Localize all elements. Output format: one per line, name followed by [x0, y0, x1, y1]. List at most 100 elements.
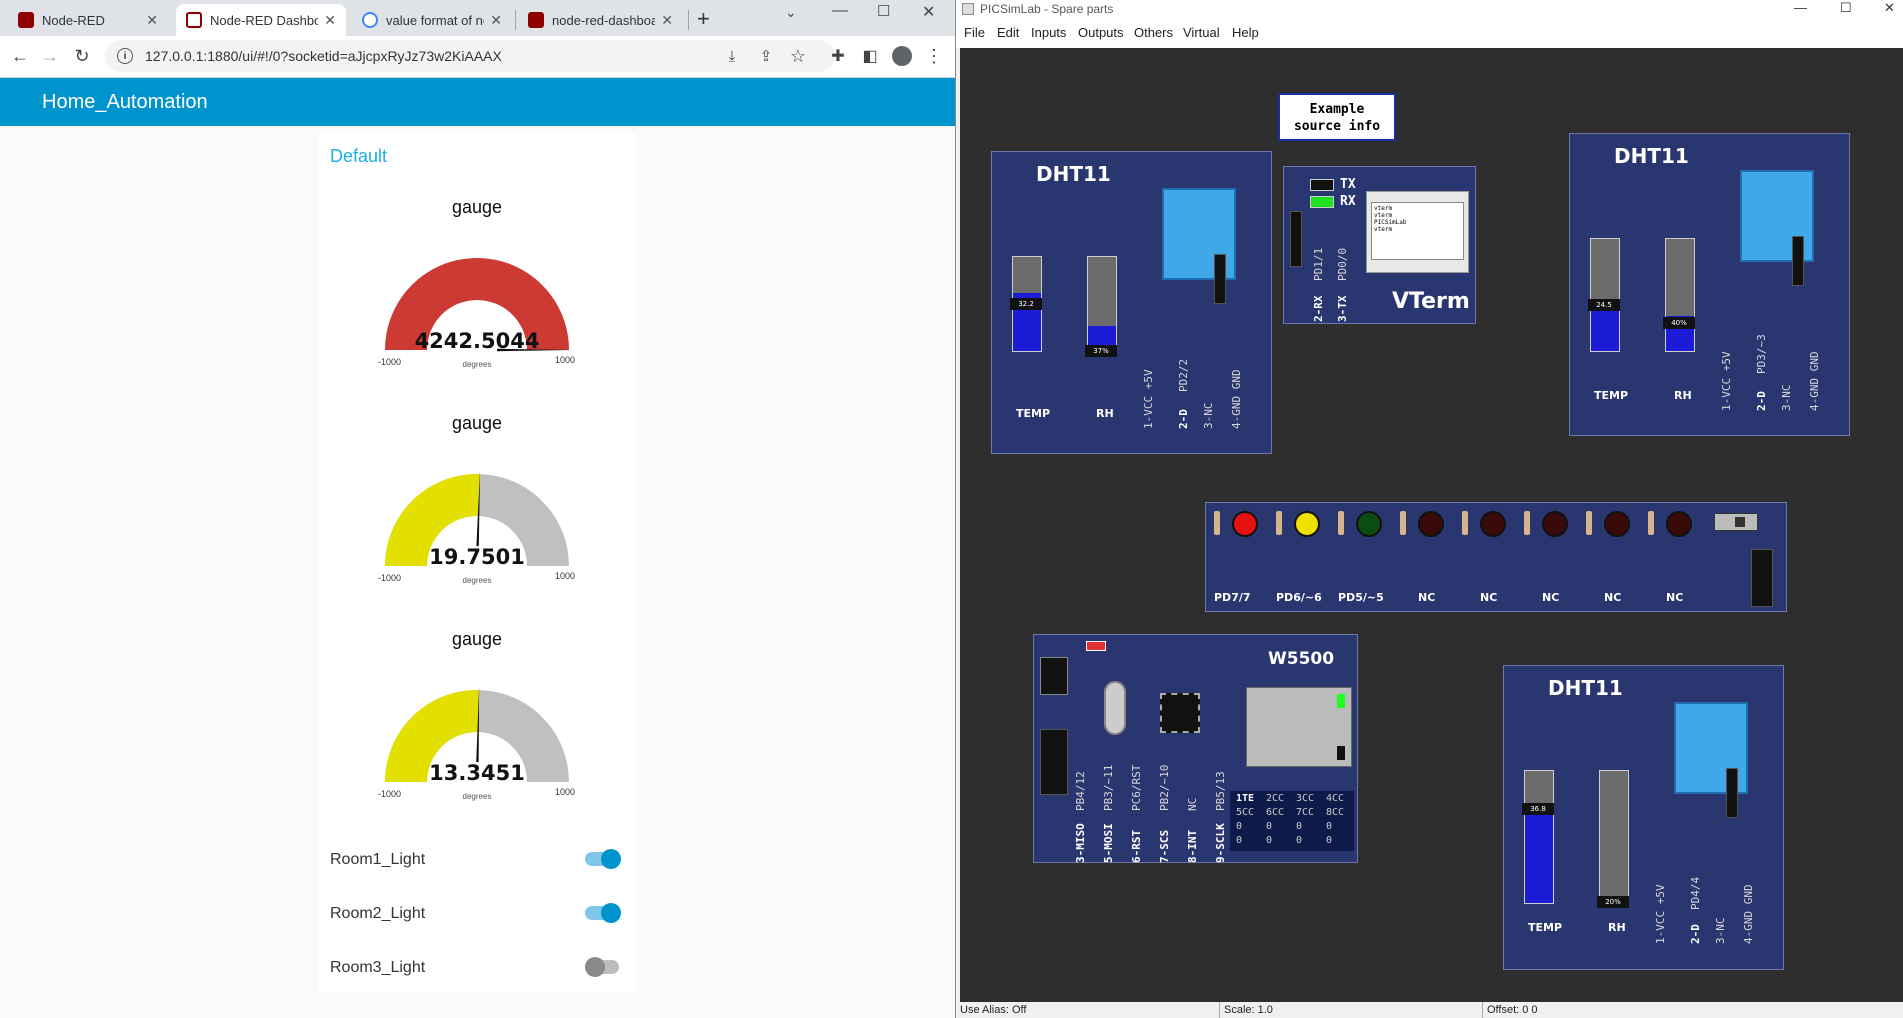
- rx-led-icon: [1310, 196, 1334, 208]
- temp-slider[interactable]: [1590, 238, 1620, 352]
- menu-edit[interactable]: Edit: [997, 25, 1019, 40]
- led-bar-board[interactable]: PD7/7 PD6/~6 PD5/~5 NC NC NC NC NC: [1205, 502, 1787, 612]
- led-pin-label: PD6/~6: [1276, 591, 1322, 604]
- side-panel-icon[interactable]: ◧: [858, 44, 882, 68]
- pin-header: [1040, 729, 1068, 795]
- temp-label: TEMP: [1528, 921, 1563, 934]
- resistor-icon: [1648, 511, 1654, 535]
- socket-table-cell: 0: [1296, 821, 1303, 832]
- led-icon: [1666, 511, 1692, 537]
- menu-file[interactable]: File: [964, 25, 985, 40]
- tab-node-red[interactable]: Node-RED ✕: [8, 4, 168, 36]
- maximize-icon[interactable]: ☐: [1840, 0, 1852, 16]
- tab-node-red-dashboard-npm[interactable]: node-red-dashboar ✕: [518, 4, 683, 36]
- pin-label: 7-SCS: [1158, 829, 1171, 863]
- status-alias: Use Alias: Off: [960, 1004, 1027, 1016]
- room3-light-switch[interactable]: [585, 956, 621, 978]
- regulator-icon: [1040, 657, 1068, 695]
- dht11-board-1[interactable]: DHT11 32.2 TEMP 37% RH 1-VCC +5V 2-D PD2…: [991, 151, 1272, 454]
- menu-inputs[interactable]: Inputs: [1031, 25, 1066, 40]
- app-icon: [962, 3, 974, 15]
- close-tab-icon[interactable]: ✕: [490, 12, 502, 29]
- close-tab-icon[interactable]: ✕: [146, 12, 158, 29]
- temp-label: TEMP: [1016, 407, 1051, 420]
- sim-titlebar: PICSimLab - Spare parts — ☐ ✕: [956, 0, 1903, 18]
- rh-slider[interactable]: [1599, 770, 1629, 904]
- chip-icon: [1160, 693, 1200, 733]
- pin-label: 4-GND GND: [1742, 884, 1755, 944]
- tab-google-search[interactable]: value format of noc ✕: [352, 4, 512, 36]
- tab-search-icon[interactable]: ⌄: [785, 4, 797, 21]
- extensions-icon[interactable]: ✚: [826, 44, 850, 68]
- tab-node-red-dashboard[interactable]: Node-RED Dashboa ✕: [176, 4, 346, 36]
- reload-icon[interactable]: ↻: [70, 44, 94, 68]
- room1-light-switch[interactable]: [585, 848, 621, 870]
- pin-label: PD2/2: [1177, 358, 1190, 392]
- resistor-icon: [1524, 511, 1530, 535]
- close-window-icon[interactable]: ✕: [1884, 0, 1895, 16]
- pin-label: 1-VCC +5V: [1654, 884, 1667, 944]
- crystal-icon: [1104, 681, 1126, 735]
- example-source-info-note[interactable]: Example source info: [1278, 93, 1396, 141]
- menu-virtual[interactable]: Virtual: [1183, 25, 1220, 40]
- browser-menu-icon[interactable]: ⋮: [922, 44, 946, 68]
- led-icon: [1232, 511, 1258, 537]
- temp-slider[interactable]: [1524, 770, 1554, 904]
- led-icon: [1418, 511, 1444, 537]
- pin-label: 4-GND GND: [1230, 369, 1243, 429]
- pin-label: 2-RX: [1312, 295, 1325, 323]
- menu-outputs[interactable]: Outputs: [1078, 25, 1124, 40]
- pin-label: 2-D: [1689, 924, 1702, 944]
- resistor-icon: [1338, 511, 1344, 535]
- bookmark-star-icon[interactable]: ☆: [786, 44, 810, 68]
- socket-table-cell: 0: [1296, 835, 1303, 846]
- dashboard-header: Home_Automation: [0, 78, 955, 126]
- note-line-1: Example: [1309, 102, 1365, 117]
- w5500-board[interactable]: W5500 3-MISO PB4/12 5-MOSI PB3/~11 6-RST…: [1033, 634, 1358, 863]
- back-icon[interactable]: ←: [8, 44, 32, 68]
- dht11-board-2[interactable]: DHT11 24.5 TEMP 40% RH 1-VCC +5V 2-D PD3…: [1569, 133, 1850, 436]
- minimize-icon[interactable]: —: [832, 2, 848, 20]
- pin-header: [1214, 254, 1226, 304]
- pin-label: PD0/0: [1336, 247, 1349, 281]
- pin-header: [1726, 768, 1738, 818]
- new-tab-button[interactable]: +: [697, 6, 710, 32]
- share-icon[interactable]: ⇪: [754, 44, 778, 68]
- gauge-min: -1000: [378, 789, 402, 799]
- dht11-board-3[interactable]: DHT11 36.8 TEMP 20% RH 1-VCC +5V 2-D PD4…: [1503, 665, 1784, 970]
- gauge-value: 13.3451: [429, 761, 525, 785]
- close-tab-icon[interactable]: ✕: [324, 12, 336, 29]
- maximize-icon[interactable]: ☐: [877, 2, 890, 20]
- close-window-icon[interactable]: ✕: [922, 2, 935, 22]
- minimize-icon[interactable]: —: [1794, 0, 1807, 15]
- rh-slider[interactable]: [1665, 238, 1695, 352]
- dashboard-title: Home_Automation: [42, 90, 208, 113]
- site-info-icon[interactable]: i: [117, 48, 133, 64]
- toggle-switch-icon[interactable]: [1714, 513, 1758, 531]
- gauge-title: gauge: [451, 413, 503, 433]
- pin-label: 9-SCLK: [1214, 823, 1227, 863]
- forward-icon[interactable]: →: [38, 44, 62, 68]
- pin-label: 1-VCC +5V: [1720, 351, 1733, 411]
- rh-slider[interactable]: [1087, 256, 1117, 352]
- menu-others[interactable]: Others: [1134, 25, 1173, 40]
- rh-label: RH: [1674, 389, 1692, 402]
- close-tab-icon[interactable]: ✕: [661, 12, 673, 29]
- socket-table-cell: 6CC: [1266, 807, 1285, 818]
- dht11-title: DHT11: [1548, 676, 1623, 700]
- install-app-icon[interactable]: ⤓: [720, 44, 744, 68]
- url-text: 127.0.0.1:1880/ui/#!/0?socketid=aJjcpxRy…: [145, 48, 502, 64]
- room2-light-switch[interactable]: [585, 902, 621, 924]
- pin-header: [1751, 549, 1773, 607]
- led-pin-label: NC: [1604, 591, 1622, 604]
- pin-header: [1792, 236, 1804, 286]
- vterm-board[interactable]: TX RX vterm vterm PICSimLab vterm VTerm …: [1283, 166, 1476, 324]
- socket-table-cell: 0: [1326, 821, 1333, 832]
- vterm-screen[interactable]: vterm vterm PICSimLab vterm: [1366, 191, 1469, 273]
- socket-table-cell: 0: [1236, 835, 1243, 846]
- profile-icon[interactable]: [890, 44, 914, 68]
- socket-table-cell: 5CC: [1236, 807, 1255, 818]
- temp-value: 24.5: [1588, 299, 1620, 311]
- menu-help[interactable]: Help: [1232, 25, 1259, 40]
- pin-label: 8-INT: [1186, 829, 1199, 863]
